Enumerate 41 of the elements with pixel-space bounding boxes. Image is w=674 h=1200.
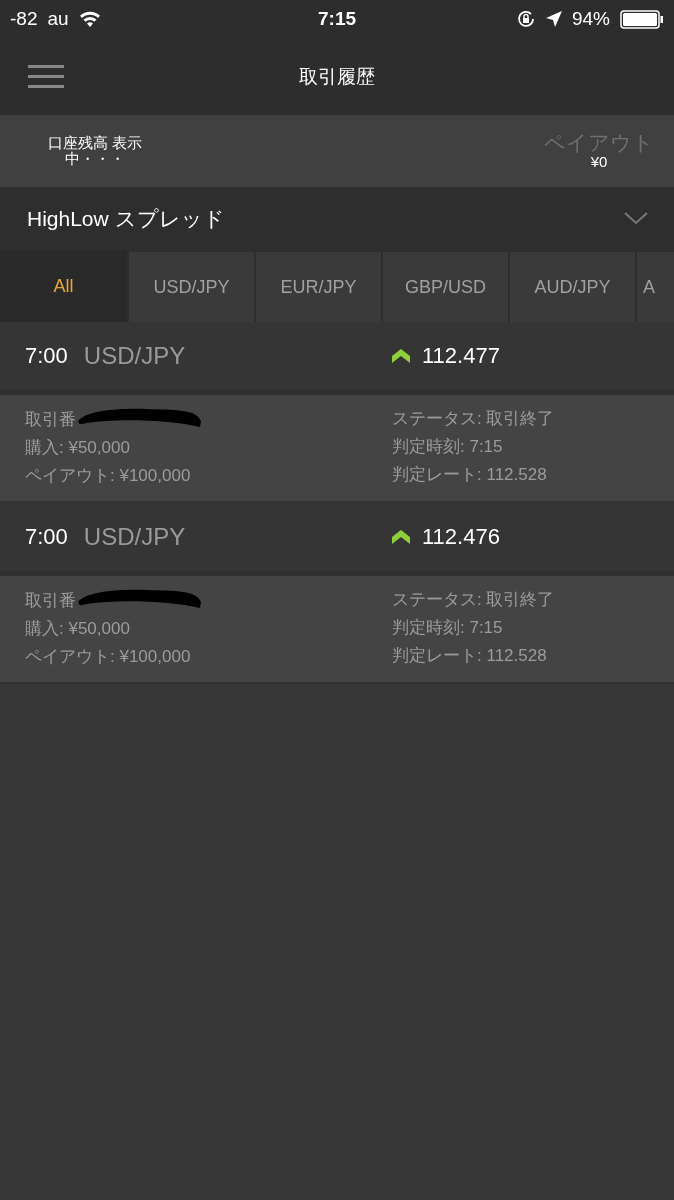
entry-rate: 112.476 [422,524,500,550]
trade-status: ステータス: 取引終了 [392,589,556,611]
currency-tab[interactable]: A [635,250,674,322]
currency-tab[interactable]: All [0,250,127,322]
location-arrow-icon [545,11,562,27]
balance-label: 口座残高 表示 [48,135,143,151]
currency-tab[interactable]: AUD/JPY [508,250,635,322]
signal-strength: -82 [10,8,38,30]
entry-rate: 112.477 [422,343,500,369]
chevron-down-icon [624,212,648,225]
carrier-name: au [47,8,69,30]
menu-icon[interactable] [28,65,64,89]
judgement-rate: 判定レート: 112.528 [392,645,548,667]
clock-time: 7:15 [318,8,356,30]
judgement-time: 判定時刻: 7:15 [392,617,504,639]
product-dropdown[interactable]: HighLow スプレッド [0,187,674,250]
battery-icon [620,9,664,29]
currency-pair: USD/JPY [83,523,186,551]
currency-pair: USD/JPY [83,342,186,370]
purchase-amount: 購入: ¥50,000 [25,437,131,459]
rotation-lock-icon [515,9,536,29]
wifi-icon [78,11,101,27]
battery-percent: 94% [571,8,610,30]
payout-value: ¥0 [590,154,608,170]
page-title: 取引履歴 [299,64,375,89]
balance-value: 中・・・ [65,151,126,167]
payout-amount: ペイアウト: ¥100,000 [25,646,192,668]
purchase-amount: 購入: ¥50,000 [25,618,131,640]
currency-tab[interactable]: GBP/USD [381,250,508,322]
up-arrow-icon [392,349,410,363]
payout-amount: ペイアウト: ¥100,000 [25,465,192,487]
currency-tab[interactable]: USD/JPY [127,250,254,322]
judgement-time: 判定時刻: 7:15 [392,436,504,458]
trade-time: 7:00 [25,343,68,369]
trade-status: ステータス: 取引終了 [392,408,556,430]
up-arrow-icon [392,530,410,544]
judgement-rate: 判定レート: 112.528 [392,464,548,486]
currency-tab[interactable]: EUR/JPY [254,250,381,322]
trade-number-label: 取引番 [25,589,76,612]
trade-number-label: 取引番 [25,408,76,431]
trade-time: 7:00 [25,524,68,550]
